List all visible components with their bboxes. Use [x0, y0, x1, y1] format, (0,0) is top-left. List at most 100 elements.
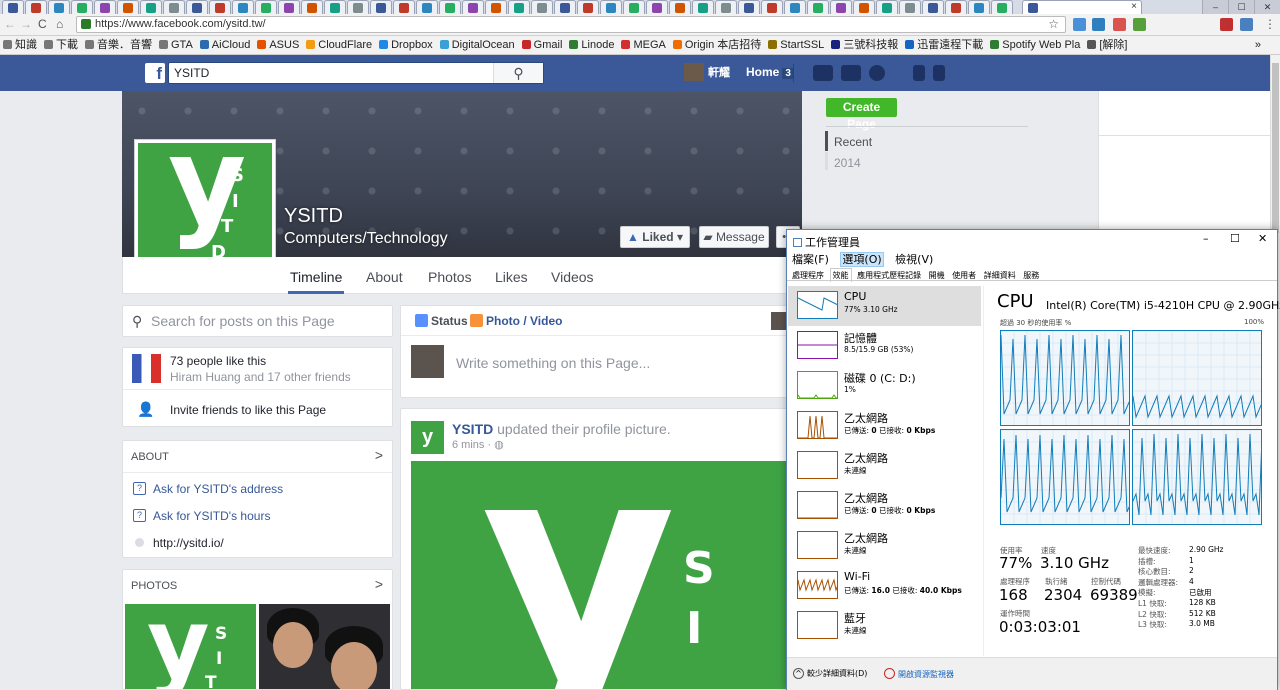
chevron-right-icon[interactable]: > [375, 576, 383, 592]
browser-tab[interactable] [209, 0, 231, 14]
browser-tab[interactable] [531, 0, 553, 14]
browser-tab[interactable] [324, 0, 346, 14]
browser-tab[interactable] [186, 0, 208, 14]
browser-tab-active[interactable]: × [1022, 0, 1142, 14]
minimize-button[interactable]: – [1203, 232, 1209, 245]
browser-tab[interactable] [738, 0, 760, 14]
message-button[interactable]: ▰ Message [699, 226, 769, 248]
create-page-button[interactable]: Create Page [826, 98, 897, 131]
bookmark-item[interactable]: GTA [159, 36, 193, 54]
browser-tab[interactable] [922, 0, 944, 14]
address-bar[interactable]: https://www.facebook.com/ysitd.tw/ ☆ [76, 16, 1066, 33]
close-window-button[interactable]: ✕ [1254, 0, 1280, 14]
browser-tab[interactable] [968, 0, 990, 14]
likes-friends[interactable]: Hiram Huang and 17 other friends [170, 370, 351, 384]
home-link[interactable]: Home 3 [746, 65, 794, 79]
browser-tab[interactable] [623, 0, 645, 14]
open-resource-monitor-link[interactable]: 開啟資源監視器 [884, 668, 954, 680]
resource-item[interactable]: 乙太網路 已傳送: 0 已接收: 0 Kbps [788, 406, 981, 446]
timeline-recent-link[interactable]: Recent [834, 135, 872, 149]
menu-options[interactable]: 選項(O) [840, 252, 884, 267]
bookmarks-overflow-button[interactable]: » [1255, 36, 1261, 54]
menu-view[interactable]: 檢視(V) [895, 253, 933, 266]
tab-about[interactable]: About [366, 269, 403, 285]
extension-icon[interactable] [1113, 18, 1126, 31]
browser-tab[interactable] [669, 0, 691, 14]
resource-item[interactable]: CPU 77% 3.10 GHz [788, 286, 981, 326]
reload-icon[interactable]: C [38, 17, 47, 31]
browser-tab[interactable] [370, 0, 392, 14]
fewer-details-button[interactable]: ^ 較少詳細資料(D) [793, 668, 867, 679]
tab-timeline[interactable]: Timeline [287, 269, 345, 294]
browser-tab[interactable] [71, 0, 93, 14]
resource-item[interactable]: 磁碟 0 (C: D:) 1% [788, 366, 981, 406]
invite-friends-link[interactable]: Invite friends to like this Page [170, 403, 326, 417]
notifications-globe-icon[interactable] [869, 65, 885, 81]
browser-tab[interactable] [48, 0, 70, 14]
resource-item[interactable]: 藍牙 未連線 [788, 606, 981, 646]
messages-icon[interactable] [841, 65, 861, 81]
bookmark-item[interactable]: DigitalOcean [439, 36, 515, 54]
browser-tab[interactable] [692, 0, 714, 14]
post-author-link[interactable]: YSITD [452, 421, 493, 437]
close-button[interactable]: ✕ [1258, 232, 1267, 245]
browser-tab[interactable] [761, 0, 783, 14]
privacy-shortcuts-icon[interactable] [913, 65, 925, 81]
extension-icon[interactable] [1073, 18, 1086, 31]
scrollbar-thumb[interactable] [1272, 63, 1279, 233]
menu-file[interactable]: 檔案(F) [792, 253, 829, 266]
account-menu-chevron-down-icon[interactable] [933, 65, 945, 81]
browser-tab[interactable] [393, 0, 415, 14]
extension-icon[interactable] [1220, 18, 1233, 31]
search-icon[interactable]: ⚲ [493, 63, 543, 83]
tab-videos[interactable]: Videos [551, 269, 594, 285]
ask-hours-link[interactable]: Ask for YSITD's hours [153, 509, 270, 523]
friend-avatar[interactable] [132, 354, 161, 383]
forward-arrow-icon[interactable]: → [20, 17, 32, 31]
website-link[interactable]: http://ysitd.io/ [153, 536, 224, 550]
browser-tab[interactable] [600, 0, 622, 14]
profile-link[interactable]: 軒耀 [684, 63, 730, 82]
browser-tab[interactable] [2, 0, 24, 14]
facebook-search-input[interactable]: YSITD ⚲ [168, 62, 544, 84]
extension-icon[interactable] [1092, 18, 1105, 31]
browser-tab[interactable] [485, 0, 507, 14]
photo-video-tab[interactable]: Photo / Video [470, 314, 562, 328]
menu-kebab-icon[interactable]: ⋮ [1264, 17, 1276, 31]
bookmark-item[interactable]: Origin 本店招待 [672, 36, 761, 54]
bookmark-star-icon[interactable]: ☆ [1048, 17, 1059, 32]
bookmark-item[interactable]: MEGA [621, 36, 666, 54]
browser-tab[interactable] [255, 0, 277, 14]
cpu-core-graph[interactable] [1132, 330, 1262, 426]
browser-tab[interactable] [508, 0, 530, 14]
browser-tab[interactable] [945, 0, 967, 14]
resource-item[interactable]: Wi-Fi 已傳送: 16.0 已接收: 40.0 Kbps [788, 566, 981, 606]
browser-tab[interactable] [462, 0, 484, 14]
bookmark-item[interactable]: 三號科技報 [831, 36, 898, 54]
friend-requests-icon[interactable] [813, 65, 833, 81]
browser-tab[interactable] [94, 0, 116, 14]
browser-tab[interactable] [876, 0, 898, 14]
tab-photos[interactable]: Photos [428, 269, 472, 285]
browser-tab[interactable] [140, 0, 162, 14]
browser-tab[interactable] [853, 0, 875, 14]
extension-icon[interactable] [1240, 18, 1253, 31]
browser-tab[interactable] [646, 0, 668, 14]
search-posts-input[interactable]: ⚲ Search for posts on this Page [122, 305, 393, 337]
bookmark-item[interactable]: [解除] [1087, 36, 1127, 54]
likes-count[interactable]: 73 people like this [170, 354, 266, 368]
resource-item[interactable]: 乙太網路 未連線 [788, 526, 981, 566]
browser-tab[interactable] [416, 0, 438, 14]
post-author-avatar[interactable]: y [411, 421, 444, 454]
resource-item[interactable]: 記憶體 8.5/15.9 GB (53%) [788, 326, 981, 366]
extension-icon[interactable] [1133, 18, 1146, 31]
bookmark-item[interactable]: StartSSL [768, 36, 824, 54]
bookmark-item[interactable]: 迅雷遠程下載 [905, 36, 983, 54]
cpu-core-graph[interactable] [1000, 330, 1130, 426]
browser-tab[interactable] [784, 0, 806, 14]
bookmark-item[interactable]: 音樂．音響 [85, 36, 152, 54]
bookmark-item[interactable]: Spotify Web Pla [990, 36, 1080, 54]
browser-tab[interactable] [439, 0, 461, 14]
bookmark-item[interactable]: 知識 [3, 36, 37, 54]
minimize-window-button[interactable]: – [1202, 0, 1228, 14]
